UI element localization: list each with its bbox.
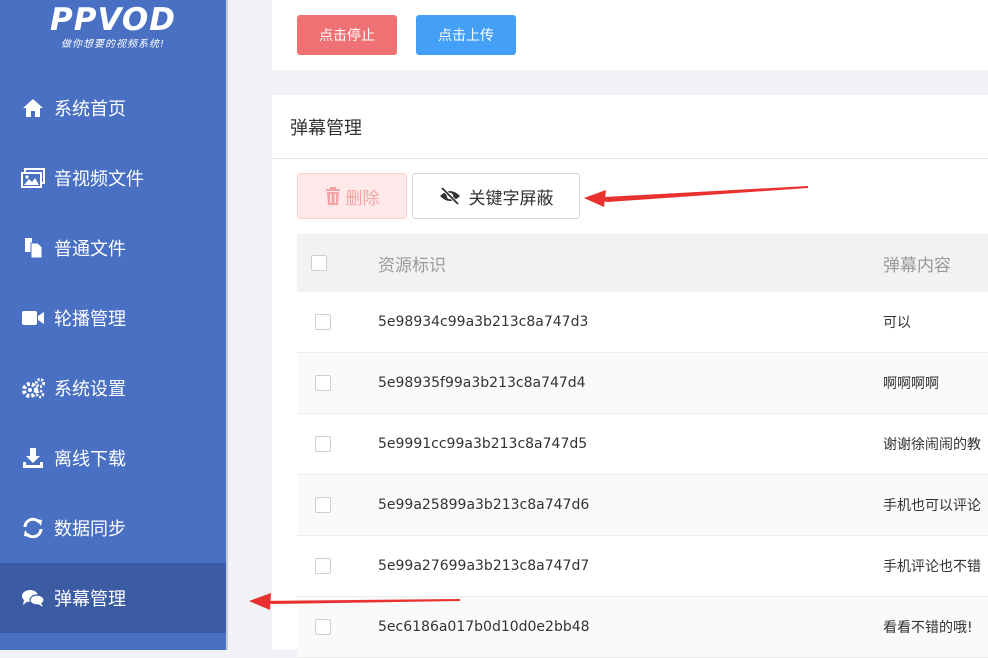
row-checkbox[interactable] [315, 558, 331, 574]
sidebar-item-label: 数据同步 [54, 519, 126, 540]
annotation-arrow-danmaku-menu [249, 593, 460, 610]
sidebar: PPVOD 做你想要的视频系统! 系统首页 音视频文件 普通文件 轮播管理 系统… [0, 0, 226, 650]
keyword-block-label: 关键字屏蔽 [468, 188, 554, 209]
table-row[interactable]: 5e9991cc99a3b213c8a747d5 谢谢徐闹闹的教 [297, 414, 988, 475]
delete-button[interactable]: 删除 [297, 173, 407, 219]
delete-button-label: 删除 [345, 188, 380, 209]
column-header-resource-id: 资源标识 [378, 255, 446, 276]
top-action-card: 点击停止 点击上传 [272, 0, 988, 70]
table-row[interactable]: 5e99a27699a3b213c8a747d7 手机评论也不错 [297, 536, 988, 597]
sidebar-item-label: 普通文件 [54, 239, 126, 260]
cell-content: 手机评论也不错 [883, 559, 981, 575]
cell-resource-id: 5e98934c99a3b213c8a747d3 [378, 314, 589, 330]
sync-icon [21, 516, 45, 540]
cell-resource-id: 5e98935f99a3b213c8a747d4 [378, 375, 586, 391]
row-checkbox[interactable] [315, 314, 331, 330]
row-checkbox[interactable] [315, 497, 331, 513]
sidebar-item-label: 弹幕管理 [54, 589, 126, 610]
keyword-block-button[interactable]: 关键字屏蔽 [412, 173, 580, 219]
panel-header: 弹幕管理 [272, 95, 988, 159]
table-header: 资源标识 弹幕内容 [297, 234, 988, 292]
cell-resource-id: 5e99a25899a3b213c8a747d6 [378, 497, 590, 513]
cell-content: 啊啊啊啊 [883, 376, 939, 392]
images-icon [21, 166, 45, 190]
row-checkbox[interactable] [315, 619, 331, 635]
sidebar-item-media-files[interactable]: 音视频文件 [0, 143, 226, 213]
download-icon [21, 446, 45, 470]
sidebar-item-files[interactable]: 普通文件 [0, 213, 226, 283]
logo: PPVOD 做你想要的视频系统! [38, 2, 188, 50]
cell-content: 可以 [883, 315, 911, 331]
sidebar-item-data-sync[interactable]: 数据同步 [0, 493, 226, 563]
files-icon [21, 236, 45, 260]
select-all-checkbox[interactable] [311, 255, 327, 271]
cell-content: 谢谢徐闹闹的教 [883, 437, 981, 453]
cell-resource-id: 5e9991cc99a3b213c8a747d5 [378, 436, 588, 452]
home-icon [21, 96, 45, 120]
cell-resource-id: 5e99a27699a3b213c8a747d7 [378, 558, 590, 574]
table-row[interactable]: 5e99a25899a3b213c8a747d6 手机也可以评论 [297, 475, 988, 536]
annotation-arrow-keyword-block [584, 186, 808, 207]
sidebar-item-label: 离线下载 [54, 449, 126, 470]
sidebar-item-home[interactable]: 系统首页 [0, 73, 226, 143]
column-header-content: 弹幕内容 [883, 255, 951, 276]
gears-icon [21, 376, 45, 400]
video-camera-icon [21, 306, 45, 330]
stop-button[interactable]: 点击停止 [297, 15, 397, 55]
page-title: 弹幕管理 [290, 117, 362, 139]
sidebar-item-label: 系统首页 [54, 99, 126, 120]
sidebar-item-offline-download[interactable]: 离线下载 [0, 423, 226, 493]
trash-icon [325, 187, 341, 205]
sidebar-item-carousel[interactable]: 轮播管理 [0, 283, 226, 353]
danmaku-panel: 弹幕管理 删除 关键字屏蔽 资源标识 弹幕内容 5e98934c99a3b213… [272, 95, 988, 658]
table-row[interactable]: 5e98935f99a3b213c8a747d4 啊啊啊啊 [297, 353, 988, 414]
table-row[interactable]: 5e98934c99a3b213c8a747d3 可以 [297, 292, 988, 353]
comments-icon [21, 586, 45, 610]
sidebar-item-label: 音视频文件 [54, 169, 144, 190]
cell-content: 手机也可以评论 [883, 498, 981, 514]
sidebar-item-danmaku[interactable]: 弹幕管理 [0, 563, 226, 633]
row-checkbox[interactable] [315, 375, 331, 391]
sidebar-item-label: 轮播管理 [54, 309, 126, 330]
sidebar-item-label: 系统设置 [54, 379, 126, 400]
upload-button[interactable]: 点击上传 [416, 15, 516, 55]
eye-slash-icon [439, 187, 461, 205]
row-checkbox[interactable] [315, 436, 331, 452]
logo-title: PPVOD [50, 2, 176, 38]
sidebar-scrollbar-track [226, 0, 246, 650]
sidebar-item-settings[interactable]: 系统设置 [0, 353, 226, 423]
cell-content: 看看不错的哦! [883, 620, 973, 636]
